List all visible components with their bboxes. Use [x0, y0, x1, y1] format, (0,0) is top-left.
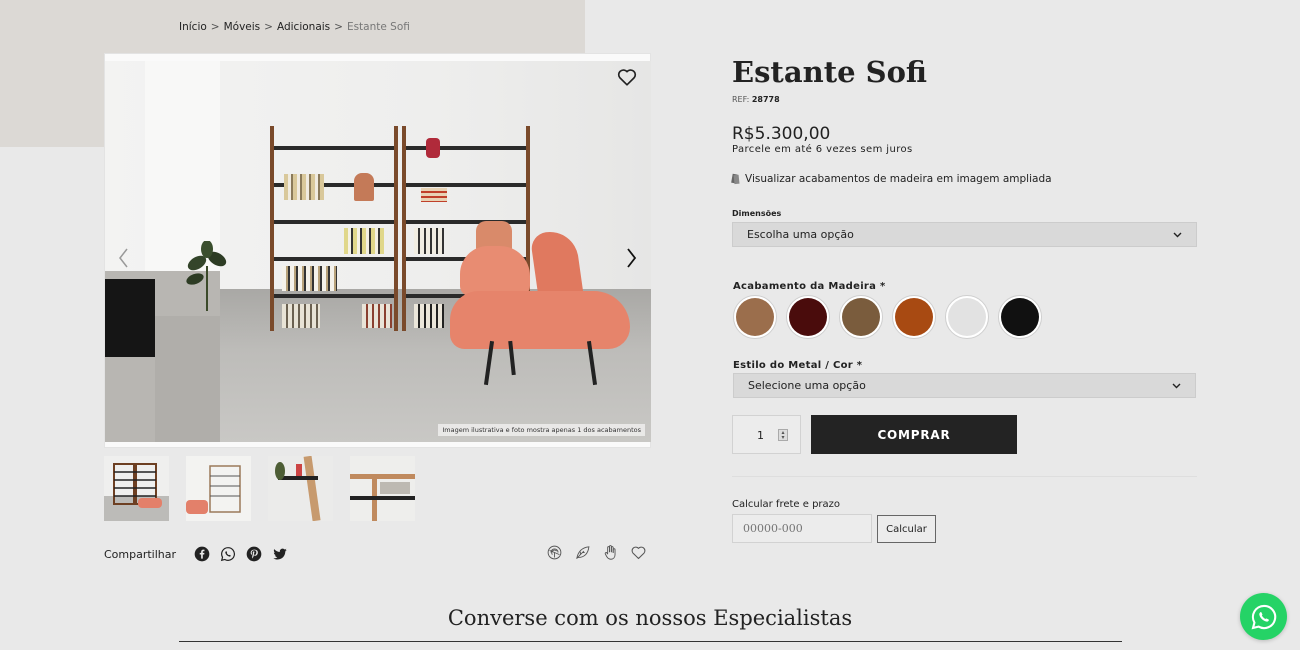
dimensions-select-value: Escolha uma opção [747, 228, 854, 241]
leaf-icon [576, 546, 590, 559]
whatsapp-icon[interactable] [220, 546, 236, 562]
heart-icon[interactable] [616, 66, 638, 88]
whatsapp-icon [1251, 604, 1276, 629]
thumbnail-1[interactable] [104, 456, 169, 521]
finish-swatches [733, 295, 1042, 339]
quantity-spin-icon[interactable]: ▴ ▾ [778, 429, 788, 441]
dimensions-label: Dimensões [732, 209, 782, 218]
finish-swatch-6[interactable] [998, 295, 1042, 339]
thumbnail-strip [104, 456, 415, 521]
ref-label: REF: [732, 95, 750, 104]
quantity-stepper[interactable]: 1 ▴ ▾ [732, 415, 801, 454]
buy-button[interactable]: COMPRAR [811, 415, 1017, 454]
ref-value: 28778 [751, 95, 780, 104]
finish-swatch-color [842, 298, 880, 336]
finish-swatch-color [1001, 298, 1039, 336]
feature-icons [546, 544, 647, 561]
product-ref: REF: 28778 [732, 95, 780, 104]
product-title: Estante Sofi [732, 55, 928, 89]
view-finish-label: Visualizar acabamentos de madeira em ima… [745, 173, 1052, 185]
sofa-illustration [450, 291, 630, 349]
shipping-label: Calcular frete e prazo [732, 499, 841, 510]
plant-illustration [186, 241, 227, 311]
breadcrumb-separator: > [264, 21, 273, 33]
thumbnail-2[interactable] [186, 456, 251, 521]
share-label: Compartilhar [104, 547, 177, 561]
whatsapp-chat-button[interactable] [1240, 593, 1287, 640]
fingerprint-icon [547, 545, 562, 560]
breadcrumb-link-home[interactable]: Início [179, 21, 207, 33]
product-photo: Imagem ilustrativa e foto mostra apenas … [105, 61, 651, 442]
breadcrumb-link-adicionais[interactable]: Adicionais [277, 21, 330, 33]
view-finish-link[interactable]: Visualizar acabamentos de madeira em ima… [730, 173, 1052, 185]
breadcrumb-current: Estante Sofi [346, 21, 410, 33]
finish-swatch-color [895, 298, 933, 336]
finish-label: Acabamento da Madeira * [733, 281, 886, 292]
quantity-value[interactable]: 1 [757, 429, 764, 442]
section-underline [179, 641, 1122, 642]
bookshelf-left [270, 126, 398, 331]
twitter-icon[interactable] [272, 546, 288, 562]
breadcrumb-separator: > [334, 21, 343, 33]
pinterest-icon[interactable] [246, 546, 262, 562]
breadcrumb: Início > Móveis > Adicionais > Estante Sofi [179, 21, 410, 33]
metal-select-value: Selecione uma opção [748, 379, 866, 392]
dimensions-select[interactable]: Escolha uma opção [732, 222, 1197, 247]
breadcrumb-separator: > [210, 21, 220, 33]
facebook-icon[interactable] [194, 546, 210, 562]
finish-swatch-3[interactable] [839, 295, 883, 339]
metal-label: Estilo do Metal / Cor * [733, 360, 863, 371]
product-main-image[interactable]: Imagem ilustrativa e foto mostra apenas … [104, 53, 651, 448]
chevron-right-icon[interactable] [622, 246, 640, 270]
breadcrumb-link-moveis[interactable]: Móveis [224, 21, 261, 33]
installments-text: Parcele em até 6 vezes sem juros [732, 144, 913, 155]
thumbnail-3[interactable] [268, 456, 333, 521]
wood-sample-icon [731, 173, 740, 185]
finish-swatch-1[interactable] [733, 295, 777, 339]
finish-swatch-4[interactable] [892, 295, 936, 339]
metal-select[interactable]: Selecione uma opção [733, 373, 1196, 398]
share-bar: Compartilhar [104, 546, 298, 562]
product-price: R$5.300,00 [732, 124, 831, 144]
finish-swatch-5[interactable] [945, 295, 989, 339]
hand-icon [604, 545, 616, 560]
divider [732, 476, 1197, 477]
calculate-button[interactable]: Calcular [877, 515, 936, 543]
thumbnail-4[interactable] [350, 456, 415, 521]
chevron-down-icon [1172, 383, 1181, 388]
finish-swatch-color [736, 298, 774, 336]
image-caption: Imagem ilustrativa e foto mostra apenas … [438, 424, 645, 436]
finish-swatch-2[interactable] [786, 295, 830, 339]
finish-swatch-color [789, 298, 827, 336]
heart-icon [631, 546, 646, 560]
specialists-heading: Converse com os nossos Especialistas [447, 606, 853, 630]
chevron-left-icon[interactable] [115, 246, 133, 270]
finish-swatch-color [948, 298, 986, 336]
chevron-down-icon [1173, 232, 1182, 237]
cep-input[interactable] [732, 514, 872, 543]
